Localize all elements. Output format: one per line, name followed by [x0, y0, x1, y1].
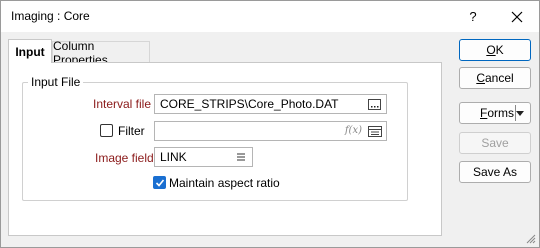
tab-input[interactable]: Input: [8, 39, 52, 63]
chevron-down-icon[interactable]: [516, 111, 524, 116]
interval-file-label: Interval file: [93, 97, 152, 111]
input-file-group-label: Input File: [28, 75, 84, 89]
close-button[interactable]: [497, 1, 537, 32]
checkmark-icon: [155, 179, 165, 187]
filter-label: Filter: [118, 124, 145, 138]
fx-icon[interactable]: f(x): [345, 122, 362, 140]
tab-input-label: Input: [15, 44, 45, 59]
forms-button[interactable]: Forms: [459, 102, 531, 124]
maintain-aspect-label: Maintain aspect ratio: [169, 176, 280, 190]
ok-label: OK: [486, 43, 504, 57]
window-title: Imaging : Core: [11, 9, 90, 23]
resize-grip-icon[interactable]: [526, 234, 536, 244]
cancel-label: Cancel: [476, 71, 514, 85]
maintain-aspect-checkbox[interactable]: [153, 176, 166, 189]
filter-checkbox[interactable]: [100, 124, 113, 137]
image-field-label: Image field: [95, 151, 154, 165]
tab-column-properties[interactable]: Column Properties: [52, 39, 150, 67]
save-as-button[interactable]: Save As: [459, 161, 531, 183]
forms-label: Forms: [480, 106, 515, 120]
image-field-value: LINK: [160, 150, 187, 164]
interval-file-input[interactable]: CORE_STRIPS\Core_Photo.DAT: [154, 94, 387, 114]
ok-button[interactable]: OK: [459, 39, 531, 61]
save-label: Save: [481, 136, 509, 150]
help-label: ?: [469, 9, 477, 24]
image-field-input[interactable]: LINK: [154, 147, 253, 167]
save-button[interactable]: Save: [459, 132, 531, 154]
list-icon[interactable]: [368, 126, 382, 137]
save-as-label: Save As: [472, 165, 518, 179]
help-button[interactable]: ?: [453, 1, 493, 32]
forms-separator: [515, 105, 516, 121]
interval-file-value: CORE_STRIPS\Core_Photo.DAT: [160, 97, 339, 111]
close-icon: [511, 11, 523, 22]
filter-input[interactable]: f(x): [154, 121, 387, 141]
title-bar: Imaging : Core ?: [1, 1, 539, 32]
imaging-dialog: Imaging : Core ? Input Column Properties…: [0, 0, 540, 248]
ellipsis-icon[interactable]: [368, 99, 381, 110]
cancel-button[interactable]: Cancel: [459, 67, 531, 89]
menu-lines-icon[interactable]: [237, 153, 245, 161]
